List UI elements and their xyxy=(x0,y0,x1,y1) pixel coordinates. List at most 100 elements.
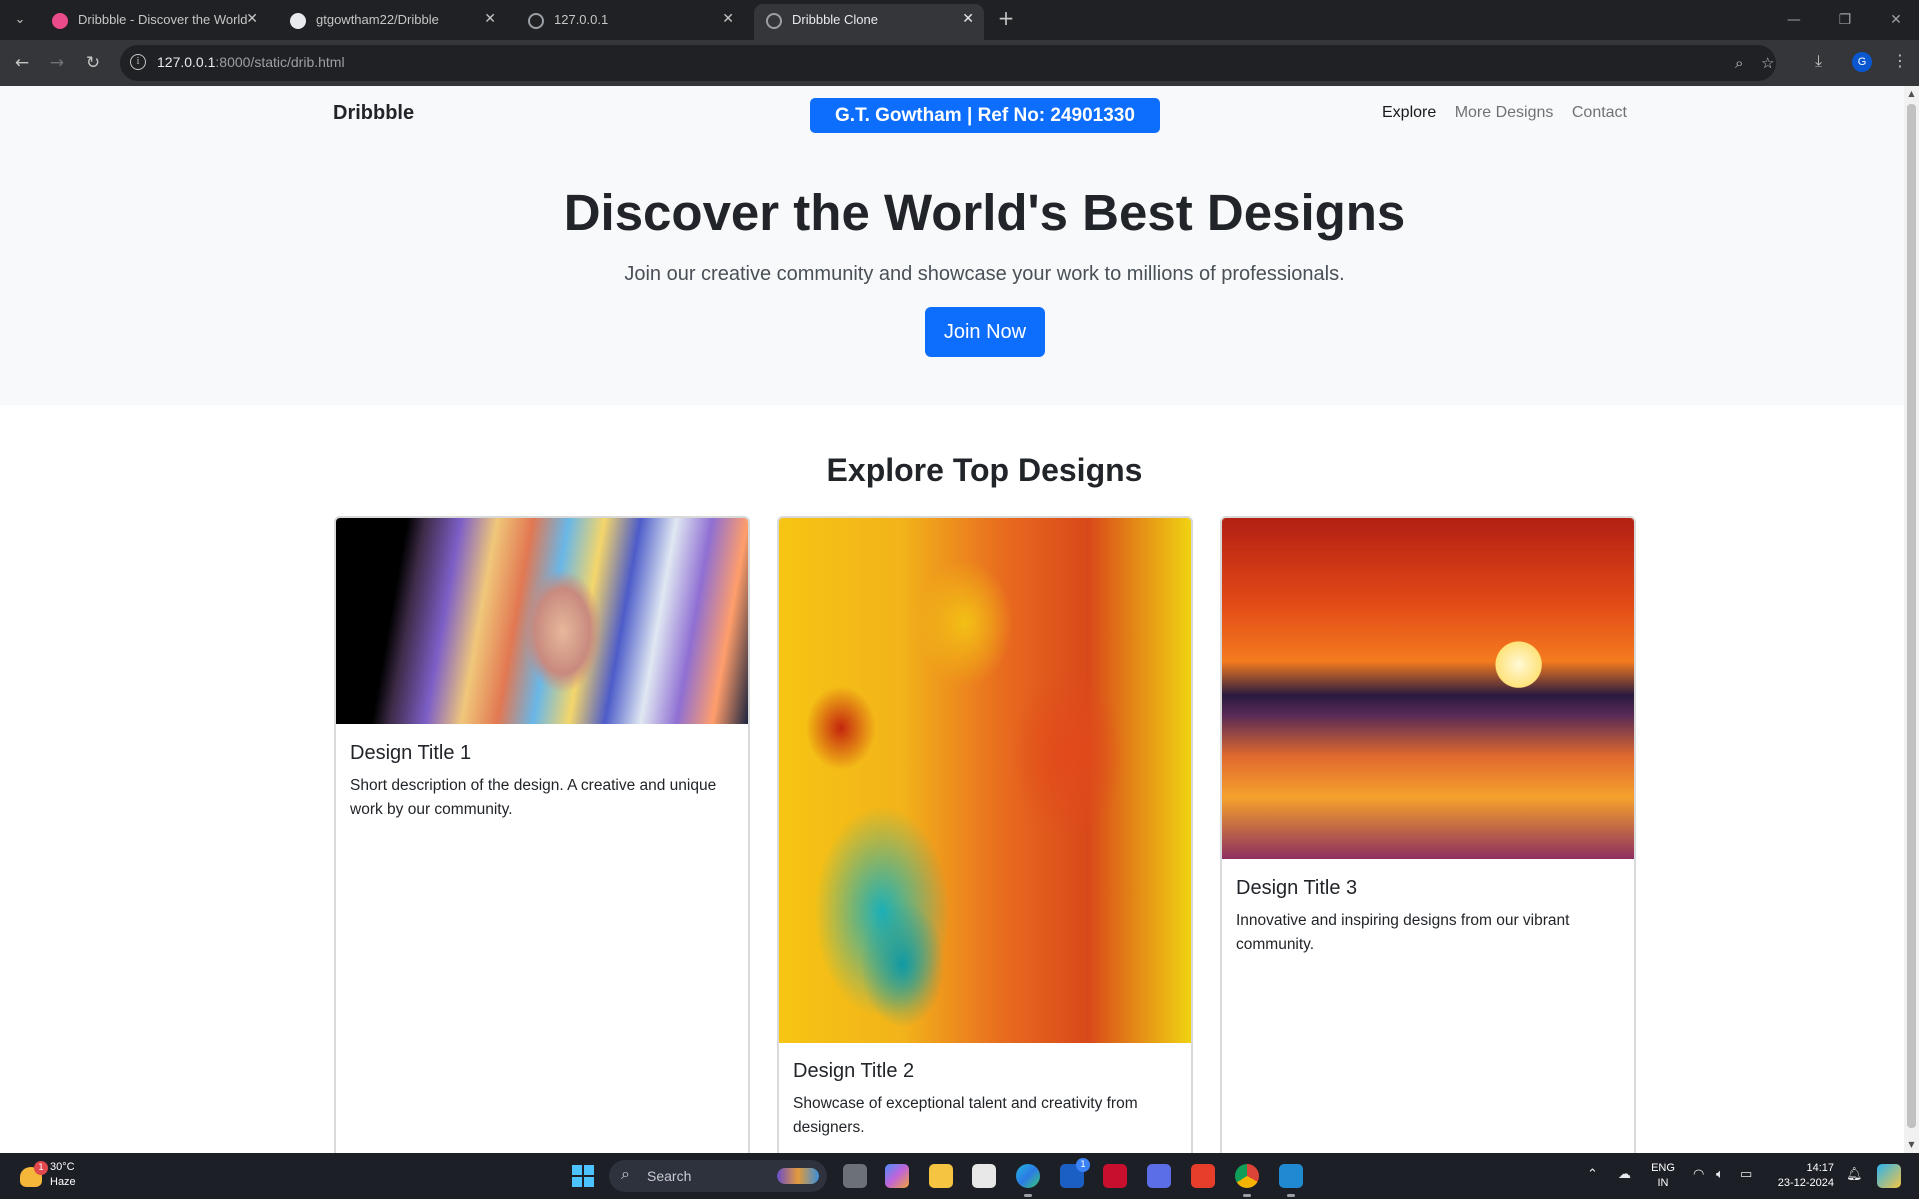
menu-kebab-icon[interactable]: ⋮ xyxy=(1892,51,1908,70)
notification-bell-icon[interactable]: 🔔︎ xyxy=(1846,1167,1863,1182)
design-image[interactable] xyxy=(1222,518,1634,859)
design-card[interactable]: Design Title 3 Innovative and inspiring … xyxy=(1220,516,1636,1153)
minimize-icon[interactable]: — xyxy=(1771,0,1817,40)
forward-icon[interactable]: → xyxy=(45,51,69,75)
back-icon[interactable]: ← xyxy=(10,51,34,75)
clock[interactable]: 14:17 23-12-2024 xyxy=(1764,1161,1834,1191)
tab-dribbble-clone[interactable]: Dribbble Clone ✕ xyxy=(754,4,984,40)
microsoft-store-icon[interactable] xyxy=(972,1164,996,1188)
tab-dribbble-discover[interactable]: Dribbble - Discover the World's ✕ xyxy=(40,4,268,36)
copilot-icon[interactable] xyxy=(885,1164,909,1188)
window-controls: — ❐ ✕ xyxy=(1771,0,1919,40)
card-description: Innovative and inspiring designs from ou… xyxy=(1236,912,1570,953)
tab-github[interactable]: gtgowtham22/Dribble ✕ xyxy=(278,4,506,36)
weather-badge: 1 xyxy=(34,1161,48,1175)
nav-explore[interactable]: Explore xyxy=(1382,104,1436,121)
vscode-icon[interactable] xyxy=(1279,1164,1303,1197)
restore-icon[interactable]: ❐ xyxy=(1822,0,1868,40)
tab-search-button[interactable]: ⌄ xyxy=(8,8,32,32)
close-window-icon[interactable]: ✕ xyxy=(1873,0,1919,40)
dribbble-favicon-icon xyxy=(52,13,68,29)
windows-taskbar: 1 30°C Haze ⌕ Search 1 ⌃ ☁ ENG IN ◠ 🔈︎ ▭… xyxy=(0,1153,1919,1199)
outlook-badge: 1 xyxy=(1076,1158,1090,1172)
windows-start-icon[interactable] xyxy=(572,1165,594,1187)
arc-icon[interactable] xyxy=(1147,1164,1171,1188)
hero-section: Discover the World's Best Designs Join o… xyxy=(0,143,1904,405)
close-tab-icon[interactable]: ✕ xyxy=(962,10,974,27)
scroll-down-icon[interactable]: ▼ xyxy=(1904,1137,1919,1153)
chrome-icon[interactable] xyxy=(1235,1164,1259,1197)
close-tab-icon[interactable]: ✕ xyxy=(484,10,496,27)
search-icon: ⌕ xyxy=(621,1166,630,1183)
card-title: Design Title 1 xyxy=(350,742,472,764)
onedrive-icon[interactable]: ☁ xyxy=(1618,1167,1631,1182)
region-code: IN xyxy=(1657,1177,1669,1189)
scroll-thumb[interactable] xyxy=(1907,104,1916,1128)
vertical-scrollbar[interactable]: ▲ ▼ xyxy=(1904,86,1919,1153)
nav-links: Explore More Designs Contact xyxy=(1368,104,1627,122)
lang-code: ENG xyxy=(1651,1162,1675,1174)
new-tab-button[interactable]: + xyxy=(994,6,1018,34)
tab-title: Dribbble Clone xyxy=(792,12,878,27)
wps-office-icon[interactable] xyxy=(1191,1164,1215,1188)
design-card[interactable]: Design Title 2 Showcase of exceptional t… xyxy=(777,516,1193,1153)
design-image[interactable] xyxy=(336,518,748,724)
show-hidden-icons-icon[interactable]: ⌃ xyxy=(1587,1167,1598,1182)
bookmark-star-icon[interactable]: ☆ xyxy=(1761,54,1774,72)
address-bar[interactable]: i 127.0.0.1:8000/static/drib.html ⌕ ☆ xyxy=(120,45,1776,81)
close-tab-icon[interactable]: ✕ xyxy=(246,10,258,27)
brand-logo[interactable]: Dribbble xyxy=(333,102,414,125)
nav-more-designs[interactable]: More Designs xyxy=(1455,104,1554,121)
weather-text[interactable]: 30°C Haze xyxy=(50,1160,76,1190)
hero-subtitle: Join our creative community and showcase… xyxy=(624,263,1345,285)
clock-date: 23-12-2024 xyxy=(1777,1177,1834,1189)
tab-title: 127.0.0.1 xyxy=(554,12,609,27)
url-path: :8000/static/drib.html xyxy=(215,54,345,70)
tab-title: Dribbble - Discover the World's xyxy=(78,12,248,27)
weather-temp: 30°C xyxy=(50,1161,75,1173)
zoom-icon[interactable]: ⌕ xyxy=(1735,54,1743,72)
clock-time: 14:17 xyxy=(1806,1162,1834,1174)
edge-icon[interactable] xyxy=(1016,1164,1040,1197)
card-description: Short description of the design. A creat… xyxy=(350,777,717,818)
site-navbar: Dribbble G.T. Gowtham | Ref No: 24901330… xyxy=(0,86,1904,143)
close-tab-icon[interactable]: ✕ xyxy=(722,10,734,27)
tab-localhost[interactable]: 127.0.0.1 ✕ xyxy=(516,4,744,36)
task-view-icon[interactable] xyxy=(843,1164,867,1188)
taskbar-search[interactable]: ⌕ Search xyxy=(609,1160,827,1192)
url-host: 127.0.0.1 xyxy=(157,54,216,70)
copilot-tray-icon[interactable] xyxy=(1877,1164,1901,1188)
outlook-icon[interactable]: 1 xyxy=(1060,1158,1090,1188)
card-description: Showcase of exceptional talent and creat… xyxy=(793,1095,1138,1136)
globe-icon xyxy=(766,13,782,29)
design-image[interactable] xyxy=(779,518,1191,1043)
search-label: Search xyxy=(647,1168,692,1184)
search-highlight-icon xyxy=(777,1168,819,1184)
profile-avatar[interactable]: G xyxy=(1852,52,1872,72)
wifi-icon[interactable]: ◠ xyxy=(1693,1167,1704,1182)
language-indicator[interactable]: ENG IN xyxy=(1648,1161,1678,1191)
volume-icon[interactable]: 🔈︎ xyxy=(1716,1167,1724,1182)
browser-chrome: ⌄ Dribbble - Discover the World's ✕ gtgo… xyxy=(0,0,1919,86)
site-info-icon[interactable]: i xyxy=(130,54,146,70)
mcafee-icon[interactable] xyxy=(1103,1164,1127,1188)
battery-icon[interactable]: ▭ xyxy=(1740,1167,1752,1182)
browser-toolbar: ← → ↻ i 127.0.0.1:8000/static/drib.html … xyxy=(0,40,1919,86)
nav-contact[interactable]: Contact xyxy=(1572,104,1627,121)
hero-title: Discover the World's Best Designs xyxy=(563,184,1406,241)
ref-badge: G.T. Gowtham | Ref No: 24901330 xyxy=(810,98,1160,133)
page-viewport: Dribbble G.T. Gowtham | Ref No: 24901330… xyxy=(0,86,1904,1153)
tab-bar: ⌄ Dribbble - Discover the World's ✕ gtgo… xyxy=(0,0,1919,40)
tab-title: gtgowtham22/Dribble xyxy=(316,12,439,27)
design-card[interactable]: Design Title 1 Short description of the … xyxy=(334,516,750,1153)
join-now-button[interactable]: Join Now xyxy=(925,307,1045,357)
scroll-up-icon[interactable]: ▲ xyxy=(1904,86,1919,102)
reload-icon[interactable]: ↻ xyxy=(81,51,105,75)
card-title: Design Title 3 xyxy=(1236,877,1358,899)
url-text: 127.0.0.1:8000/static/drib.html xyxy=(157,54,345,70)
section-title: Explore Top Designs xyxy=(826,452,1143,488)
file-explorer-icon[interactable] xyxy=(929,1164,953,1188)
card-title: Design Title 2 xyxy=(793,1060,915,1082)
weather-widget[interactable]: 1 xyxy=(18,1161,48,1191)
download-icon[interactable]: ⤓ xyxy=(1815,51,1822,71)
